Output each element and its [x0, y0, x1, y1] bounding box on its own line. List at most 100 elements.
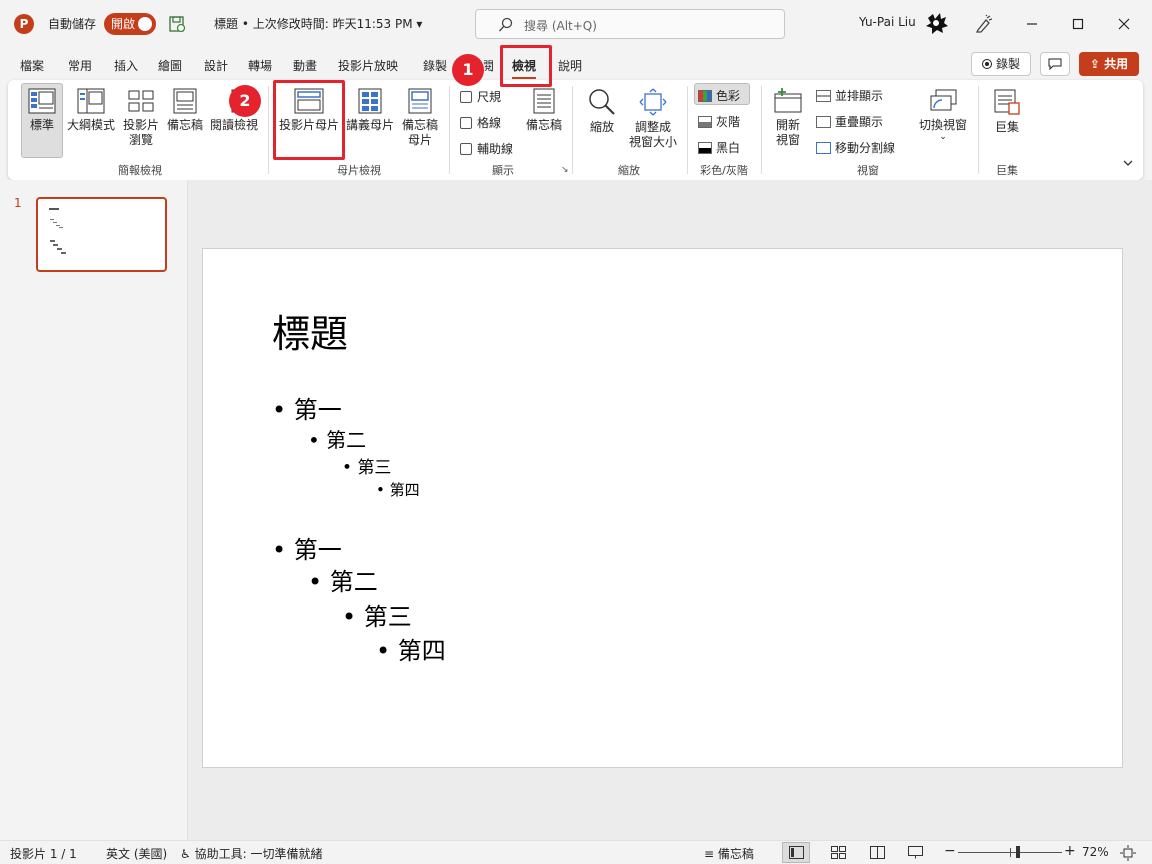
language-status[interactable]: 英文 (美國) — [106, 845, 167, 862]
user-name[interactable]: Yu-Pai Liu — [859, 15, 916, 29]
handout-master-button[interactable]: 講義母片 — [345, 88, 395, 133]
bullet-level-1[interactable]: • 第一 — [272, 390, 342, 425]
color-button[interactable]: 色彩 — [698, 87, 740, 104]
group-label-zoom: 縮放 — [618, 164, 640, 177]
gridlines-checkbox[interactable]: 格線 — [460, 114, 501, 131]
highlight-slide-master — [273, 80, 345, 160]
tab-home[interactable]: 常用 — [68, 57, 92, 74]
reading-view-label: 閱讀檢視 — [209, 118, 258, 132]
accessibility-status[interactable]: ♿ 協助工具: 一切準備就緒 — [180, 845, 322, 862]
macros-button[interactable]: 巨集 — [986, 88, 1028, 135]
slide-thumbnail[interactable] — [36, 197, 167, 272]
normal-view-status-icon[interactable] — [789, 846, 804, 859]
ribbon-separator — [449, 86, 450, 174]
zoom-out-icon[interactable]: − — [944, 843, 956, 859]
dialog-launcher-icon[interactable]: ↘ — [561, 165, 569, 175]
search-box[interactable]: 搜尋 (Alt+Q) — [475, 9, 785, 39]
normal-view-button[interactable]: 標準 — [21, 88, 63, 133]
bullet-level-2[interactable]: • 第二 — [308, 424, 366, 453]
maximize-icon[interactable] — [1066, 12, 1090, 36]
tab-insert[interactable]: 插入 — [114, 57, 138, 74]
bullet-level-4[interactable]: • 第四 — [376, 479, 420, 500]
new-window-button[interactable]: 開新 視窗 — [768, 88, 808, 148]
group-label-macros: 巨集 — [996, 164, 1018, 177]
close-icon[interactable] — [1112, 12, 1136, 36]
collapse-ribbon-icon[interactable] — [1122, 158, 1134, 168]
bullet-level-1[interactable]: • 第一 — [272, 530, 342, 565]
comments-button[interactable] — [1040, 52, 1070, 76]
switch-windows-button[interactable]: 切換視窗 ⌄ — [914, 88, 972, 142]
comment-icon — [1048, 58, 1062, 70]
notes-toggle[interactable]: ≡ 備忘稿 — [704, 845, 754, 862]
thumbnail-preview — [49, 208, 66, 254]
share-icon: ⇪ — [1089, 57, 1100, 71]
bullet-level-3[interactable]: • 第三 — [342, 453, 391, 478]
zoom-button[interactable]: 縮放 — [582, 88, 622, 135]
group-label-show: 顯示 — [492, 164, 514, 177]
fit-to-window-button[interactable]: 調整成 視窗大小 — [626, 88, 680, 150]
slide-thumbnail-pane — [0, 180, 188, 840]
arrange-all-label: 並排顯示 — [835, 89, 884, 103]
tab-draw[interactable]: 繪圖 — [158, 57, 182, 74]
tab-review[interactable]: 校閱 — [484, 57, 494, 74]
tab-help[interactable]: 說明 — [558, 57, 582, 74]
zoom-in-icon[interactable]: + — [1064, 843, 1076, 859]
outline-view-button[interactable]: 大綱模式 — [66, 88, 116, 133]
outline-view-icon — [77, 88, 105, 114]
share-button[interactable]: ⇪ 共用 — [1079, 52, 1139, 76]
guides-checkbox[interactable]: 輔助線 — [460, 140, 513, 157]
powerpoint-logo-icon: P — [14, 14, 34, 34]
bullet-level-3[interactable]: • 第三 — [342, 597, 412, 632]
bullet-level-2[interactable]: • 第二 — [308, 562, 378, 597]
ruler-label: 尺規 — [477, 90, 502, 104]
move-split-button[interactable]: 移動分割線 — [816, 139, 895, 156]
slide-number: 1 — [14, 196, 22, 210]
tab-design[interactable]: 設計 — [204, 57, 228, 74]
minimize-icon[interactable] — [1020, 12, 1044, 36]
cascade-button[interactable]: 重疊顯示 — [816, 113, 883, 130]
notes-page-button[interactable]: 備忘稿 — [164, 88, 206, 133]
ribbon-separator — [978, 86, 979, 174]
black-white-button[interactable]: 黑白 — [698, 139, 740, 156]
grayscale-label: 灰階 — [716, 115, 741, 129]
grayscale-button[interactable]: 灰階 — [698, 113, 740, 130]
bullet-level-4[interactable]: • 第四 — [376, 631, 446, 666]
slide-sorter-button[interactable]: 投影片 瀏覽 — [120, 88, 162, 148]
notes-button[interactable]: 備忘稿 — [522, 88, 566, 133]
slideshow-status-icon[interactable] — [908, 846, 923, 859]
record-button[interactable]: 錄製 — [971, 52, 1031, 76]
save-icon[interactable] — [168, 15, 186, 33]
move-split-icon — [816, 142, 831, 154]
arrange-all-button[interactable]: 並排顯示 — [816, 87, 883, 104]
notes-page-icon — [173, 88, 197, 114]
zoom-level[interactable]: 72% — [1082, 845, 1109, 859]
document-title[interactable]: 標題 • 上次修改時間: 昨天11:53 PM ▾ — [214, 15, 422, 32]
bw-label: 黑白 — [716, 141, 741, 155]
accessibility-icon: ♿ — [180, 847, 191, 861]
zoom-slider-thumb[interactable] — [1016, 846, 1021, 858]
notes-master-button[interactable]: 備忘稿 母片 — [398, 88, 442, 148]
autosave-toggle[interactable]: 開啟 — [104, 13, 156, 35]
slide-title[interactable]: 標題 — [272, 303, 348, 358]
zoom-slider-track[interactable] — [958, 846, 1062, 858]
outline-view-label: 大綱模式 — [66, 118, 115, 132]
new-window-label-1: 開新 — [775, 118, 800, 132]
ribbon-separator — [687, 86, 688, 174]
group-label-window: 視窗 — [857, 164, 879, 177]
ruler-checkbox[interactable]: 尺規 — [460, 88, 501, 105]
fit-slide-icon[interactable] — [1120, 845, 1136, 861]
tab-record[interactable]: 錄製 — [423, 57, 449, 74]
notes-icon — [533, 88, 555, 114]
tab-file[interactable]: 檔案 — [20, 57, 44, 74]
fit-window-label-2: 視窗大小 — [628, 135, 677, 149]
pen-icon[interactable] — [974, 14, 994, 34]
tab-animations[interactable]: 動畫 — [293, 57, 317, 74]
reading-view-status-icon[interactable] — [870, 846, 885, 859]
slide-sorter-status-icon[interactable] — [831, 846, 846, 859]
slide-sorter-label-2: 瀏覽 — [128, 133, 153, 147]
tab-slideshow[interactable]: 投影片放映 — [338, 57, 398, 74]
avatar[interactable] — [924, 10, 950, 36]
slide-count[interactable]: 投影片 1 / 1 — [10, 845, 77, 862]
new-window-label-2: 視窗 — [775, 133, 800, 147]
tab-transitions[interactable]: 轉場 — [248, 57, 272, 74]
